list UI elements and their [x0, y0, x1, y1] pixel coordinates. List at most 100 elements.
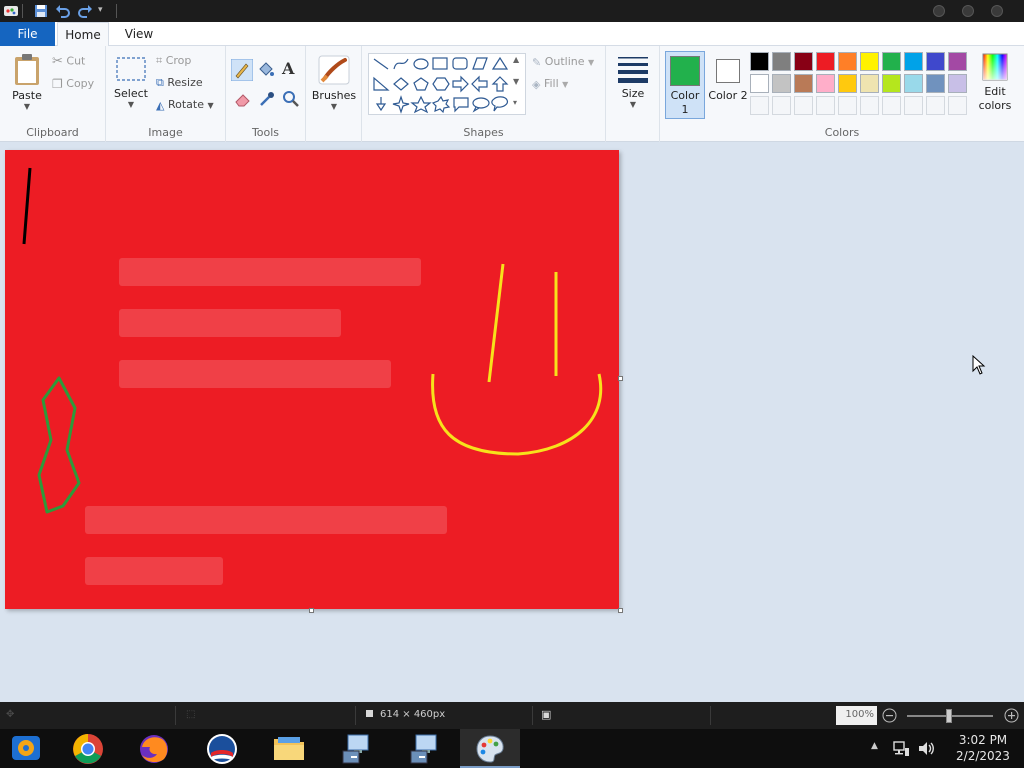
shapes-gallery[interactable]: [368, 53, 526, 115]
crop-button[interactable]: ⌗ Crop: [156, 54, 191, 68]
clipboard-icon: [15, 54, 39, 85]
custom-color-slot[interactable]: [816, 96, 835, 115]
zoom-out-icon[interactable]: [882, 708, 897, 723]
outline-button[interactable]: ✎ Outline ▼: [532, 55, 594, 69]
palette-swatch[interactable]: [794, 52, 813, 71]
palette-swatch[interactable]: [816, 74, 835, 93]
zoom-in-icon[interactable]: [1004, 708, 1019, 723]
outline-dropdown-icon[interactable]: ▼: [588, 58, 594, 67]
palette-swatch[interactable]: [794, 74, 813, 93]
save-icon[interactable]: [33, 3, 49, 19]
image-group-label: Image: [148, 126, 183, 139]
palette-swatch[interactable]: [926, 52, 945, 71]
custom-color-slot[interactable]: [750, 96, 769, 115]
size-dropdown-icon[interactable]: ▼: [611, 100, 655, 109]
rotate-button[interactable]: ◭ Rotate ▼: [156, 98, 214, 112]
customize-quick-access-icon[interactable]: ▾: [98, 5, 103, 15]
zoom-slider-thumb[interactable]: [946, 709, 952, 723]
custom-color-slot[interactable]: [772, 96, 791, 115]
palette-swatch[interactable]: [948, 74, 967, 93]
fill-bucket-icon[interactable]: [256, 60, 276, 80]
close-button[interactable]: [991, 5, 1003, 17]
shapes-scroll-up-icon[interactable]: ▲: [513, 55, 519, 64]
tab-file[interactable]: File: [0, 22, 55, 46]
workspace[interactable]: [0, 143, 1024, 702]
brushes-dropdown-icon[interactable]: ▼: [311, 102, 357, 111]
custom-color-slot[interactable]: [882, 96, 901, 115]
color2-swatch: [716, 59, 740, 83]
palette-swatch[interactable]: [772, 52, 791, 71]
select-dropdown-icon[interactable]: ▼: [112, 100, 150, 109]
taskbar-app-campaign[interactable]: [192, 729, 252, 768]
redo-icon[interactable]: [77, 3, 93, 19]
crop-label: Crop: [165, 54, 192, 67]
drawing-canvas[interactable]: [5, 150, 619, 609]
tab-home[interactable]: Home: [57, 22, 109, 47]
magnifier-icon[interactable]: [282, 90, 300, 108]
pencil-icon[interactable]: [231, 59, 253, 81]
copy-button[interactable]: ❐ Copy: [52, 77, 94, 91]
edit-colors-button[interactable]: Edit colors: [970, 52, 1020, 113]
custom-color-slot[interactable]: [926, 96, 945, 115]
palette-swatch[interactable]: [772, 74, 791, 93]
volume-icon[interactable]: [917, 740, 935, 757]
palette-swatch[interactable]: [838, 74, 857, 93]
canvas-resize-handle-bottom[interactable]: [309, 608, 314, 613]
palette-swatch[interactable]: [838, 52, 857, 71]
palette-swatch[interactable]: [926, 74, 945, 93]
cut-button[interactable]: ✂ Cut: [52, 54, 85, 69]
taskbar-app-computer-1[interactable]: [326, 729, 386, 768]
canvas-resize-handle-corner[interactable]: [618, 608, 623, 613]
image-dimensions: 614 × 460px: [380, 709, 446, 720]
taskbar-app-file-explorer[interactable]: [258, 729, 318, 768]
shapes-scroll-down-icon[interactable]: ▼: [513, 77, 519, 86]
color2-selector[interactable]: Color 2: [708, 51, 748, 119]
color1-selector[interactable]: Color 1: [665, 51, 705, 119]
palette-swatch[interactable]: [816, 52, 835, 71]
fill-button[interactable]: ◈ Fill ▼: [532, 77, 568, 91]
custom-color-slot[interactable]: [860, 96, 879, 115]
title-separator: [22, 4, 23, 18]
show-hidden-icons-icon[interactable]: ▲: [871, 741, 878, 751]
canvas-resize-handle-right[interactable]: [618, 376, 623, 381]
palette-swatch[interactable]: [860, 74, 879, 93]
network-icon[interactable]: [893, 740, 910, 757]
fill-dropdown-icon[interactable]: ▼: [562, 80, 568, 89]
custom-color-slot[interactable]: [838, 96, 857, 115]
resize-button[interactable]: ⧉ Resize: [156, 76, 203, 90]
paste-dropdown-icon[interactable]: ▼: [6, 102, 48, 111]
text-tool-icon[interactable]: A: [282, 59, 294, 78]
palette-swatch[interactable]: [750, 74, 769, 93]
rotate-dropdown-icon[interactable]: ▼: [207, 101, 213, 110]
palette-swatch[interactable]: [882, 74, 901, 93]
undo-icon[interactable]: [55, 3, 71, 19]
palette-swatch[interactable]: [904, 52, 923, 71]
palette-swatch[interactable]: [860, 52, 879, 71]
shapes-expand-icon[interactable]: ▾: [513, 98, 517, 107]
minimize-button[interactable]: [933, 5, 945, 17]
taskbar-app-chrome[interactable]: [58, 729, 118, 768]
select-label: Select: [114, 87, 148, 100]
taskbar-app-computer-2[interactable]: [394, 729, 454, 768]
size-button[interactable]: Size ▼: [611, 54, 655, 109]
system-clock[interactable]: 3:02 PM 2/2/2023: [948, 732, 1018, 764]
custom-color-slot[interactable]: [948, 96, 967, 115]
select-button[interactable]: Select ▼: [112, 54, 150, 109]
brushes-button[interactable]: Brushes ▼: [311, 54, 357, 111]
taskbar-app-media[interactable]: [0, 729, 60, 768]
paste-button[interactable]: Paste ▼: [6, 52, 48, 111]
custom-color-slot[interactable]: [904, 96, 923, 115]
taskbar-app-paint[interactable]: [460, 729, 520, 768]
ribbon: Paste ▼ ✂ Cut ❐ Copy Clipboard Select ▼ …: [0, 46, 1024, 142]
palette-swatch[interactable]: [750, 52, 769, 71]
tab-view[interactable]: View: [117, 22, 161, 46]
eraser-icon[interactable]: [234, 90, 252, 108]
palette-swatch[interactable]: [948, 52, 967, 71]
maximize-button[interactable]: [962, 5, 974, 17]
taskbar-app-firefox[interactable]: [124, 729, 184, 768]
color-picker-icon[interactable]: [258, 90, 276, 108]
palette-swatch[interactable]: [904, 74, 923, 93]
palette-swatch[interactable]: [882, 52, 901, 71]
custom-color-slot[interactable]: [794, 96, 813, 115]
withheld-text-line: [85, 557, 223, 585]
